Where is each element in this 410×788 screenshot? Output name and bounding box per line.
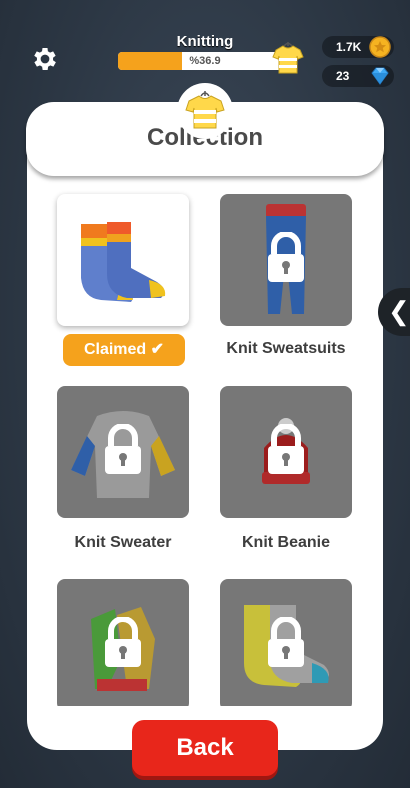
item-card-beanie[interactable]: [220, 386, 352, 518]
back-button[interactable]: Back: [132, 720, 278, 776]
lock-icon: [268, 232, 304, 282]
item-card-socks-2[interactable]: [220, 579, 352, 706]
coin-icon: [369, 36, 391, 58]
progress-text: %36.9: [189, 55, 221, 67]
lock-icon: [268, 424, 304, 474]
lock-icon: [105, 617, 141, 667]
coin-counter[interactable]: 1.7K: [322, 36, 394, 58]
item-card-sweatsuits[interactable]: [220, 194, 352, 326]
top-bar: Knitting %36.9 1.7K 23: [0, 0, 410, 90]
item-label-sweater: Knit Sweater: [74, 534, 172, 551]
shirt-icon: [272, 42, 304, 74]
item-card-gloves[interactable]: [57, 579, 189, 706]
coin-value: 1.7K: [336, 40, 362, 54]
progress-bar: %36.9: [118, 52, 292, 70]
header-badge: [177, 83, 233, 139]
diamond-icon: [371, 67, 389, 85]
progress-title: Knitting: [176, 33, 234, 50]
item-card-sweater[interactable]: [57, 386, 189, 518]
gear-icon[interactable]: [30, 44, 60, 74]
socks-image: [81, 222, 166, 302]
item-label-beanie: Knit Beanie: [241, 534, 330, 551]
shirt-badge-icon: [185, 91, 225, 129]
check-icon: ✔: [150, 341, 165, 358]
collection-grid: Claimed ✔ Knit Sweatsuits Knit Sweater K…: [27, 176, 383, 706]
lock-icon: [268, 617, 304, 667]
lock-icon: [105, 424, 141, 474]
item-card-socks[interactable]: [57, 194, 189, 326]
gem-value: 23: [336, 69, 350, 83]
claimed-label: Claimed: [83, 341, 147, 358]
item-label-sweatsuits: Knit Sweatsuits: [226, 340, 346, 357]
gem-counter[interactable]: 23: [322, 65, 394, 87]
claimed-button[interactable]: Claimed ✔: [63, 334, 185, 366]
